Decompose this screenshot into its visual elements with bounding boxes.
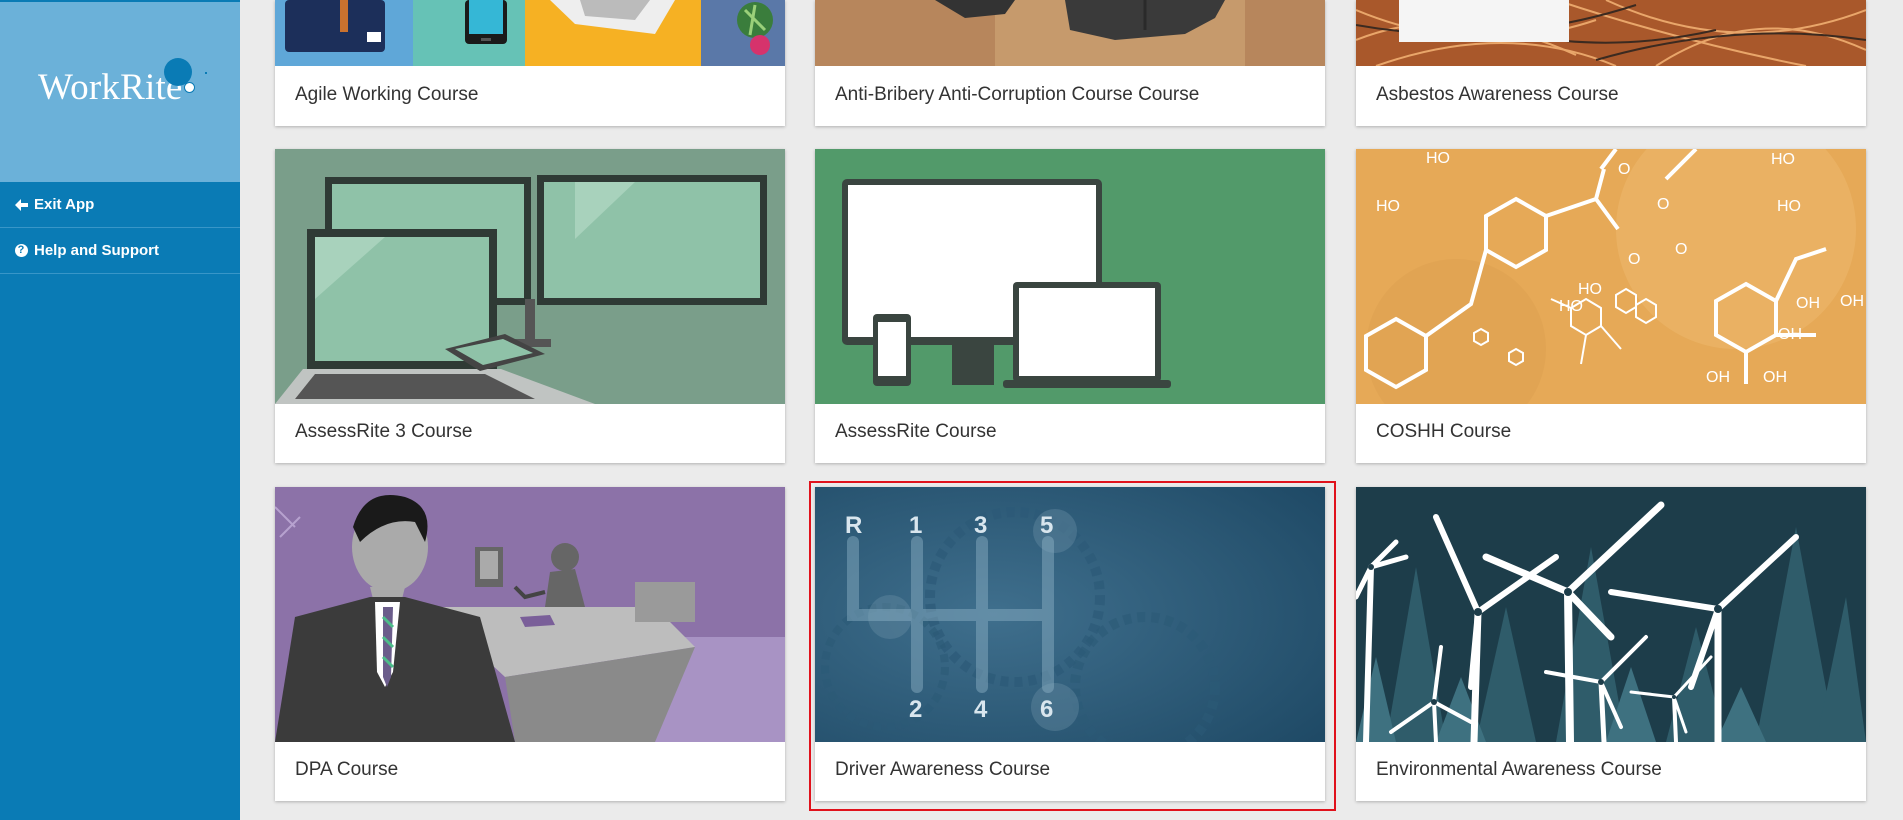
course-title: Environmental Awareness Course (1376, 759, 1662, 780)
molecule-label: HO (1426, 150, 1450, 167)
course-title: AssessRite 3 Course (295, 421, 473, 442)
course-thumbnail: HO HO O O HO HO O O OH OH OH OH OH HO HO (1356, 149, 1866, 404)
course-thumbnail (815, 149, 1325, 404)
course-thumbnail (275, 149, 785, 404)
molecule-label: OH (1796, 295, 1820, 312)
course-thumbnail (815, 0, 1325, 66)
course-thumbnail (275, 0, 785, 66)
course-title: DPA Course (295, 759, 399, 780)
molecule-label: HO (1376, 198, 1400, 215)
course-card-dpa[interactable]: DPA Course (275, 487, 785, 801)
gear-label-4: 4 (974, 696, 988, 723)
course-title: Agile Working Course (295, 84, 479, 105)
gear-label-r: R (845, 512, 862, 539)
course-card-assessrite[interactable]: AssessRite Course (815, 149, 1325, 463)
gear-label-1: 1 (909, 512, 922, 539)
molecule-label: O (1628, 251, 1640, 268)
logo-registered-mark (184, 82, 195, 93)
course-card-assessrite-3[interactable]: AssessRite 3 Course (275, 149, 785, 463)
molecule-label: OH (1840, 293, 1864, 310)
course-thumbnail: R 1 3 5 2 4 6 (815, 487, 1325, 742)
help-and-support-button[interactable]: ? Help and Support (0, 228, 240, 274)
molecule-label: HO (1559, 298, 1583, 315)
course-card-asbestos-awareness[interactable]: Asbestos Awareness Course (1356, 0, 1866, 126)
molecule-label: O (1657, 196, 1669, 213)
molecule-label: O (1618, 161, 1630, 178)
course-thumbnail (275, 487, 785, 742)
course-card-anti-bribery[interactable]: Anti-Bribery Anti-Corruption Course Cour… (815, 0, 1325, 126)
molecule-label: HO (1777, 198, 1801, 215)
help-and-support-label: Help and Support (34, 242, 159, 259)
gear-label-5: 5 (1040, 512, 1053, 539)
course-thumbnail (1356, 487, 1866, 742)
exit-app-label: Exit App (34, 196, 95, 213)
course-card-environmental-awareness[interactable]: Environmental Awareness Course (1356, 487, 1866, 801)
course-card-driver-awareness[interactable]: R 1 3 5 2 4 6 Driver Awareness Course (815, 487, 1325, 801)
molecule-label: OH (1706, 369, 1730, 386)
course-title: Anti-Bribery Anti-Corruption Course Cour… (835, 84, 1200, 105)
course-title: AssessRite Course (835, 421, 997, 442)
molecule-label: HO (1578, 281, 1602, 298)
arrow-left-icon (14, 198, 28, 212)
molecule-label: OH (1763, 369, 1787, 386)
gear-label-2: 2 (909, 696, 922, 723)
course-title: Asbestos Awareness Course (1376, 84, 1619, 105)
course-thumbnail (1356, 0, 1866, 66)
course-title: Driver Awareness Course (835, 759, 1051, 780)
logo-area: WorkRite (0, 0, 240, 182)
exit-app-button[interactable]: Exit App (0, 182, 240, 228)
molecule-label: HO (1771, 151, 1795, 168)
course-card-agile-working[interactable]: Agile Working Course (275, 0, 785, 126)
molecule-label: OH (1778, 326, 1802, 343)
gear-label-3: 3 (974, 512, 987, 539)
question-circle-icon: ? (14, 244, 28, 258)
course-title: COSHH Course (1376, 421, 1512, 442)
logo-mark (205, 72, 207, 74)
molecule-label: O (1675, 241, 1687, 258)
course-card-coshh[interactable]: HO HO O O HO HO O O OH OH OH OH OH HO HO COSHH Course (1356, 149, 1866, 463)
app-logo: WorkRite (38, 67, 183, 108)
gear-label-6: 6 (1040, 696, 1053, 723)
sidebar: WorkRite Exit App ? Help and Support (0, 0, 240, 820)
